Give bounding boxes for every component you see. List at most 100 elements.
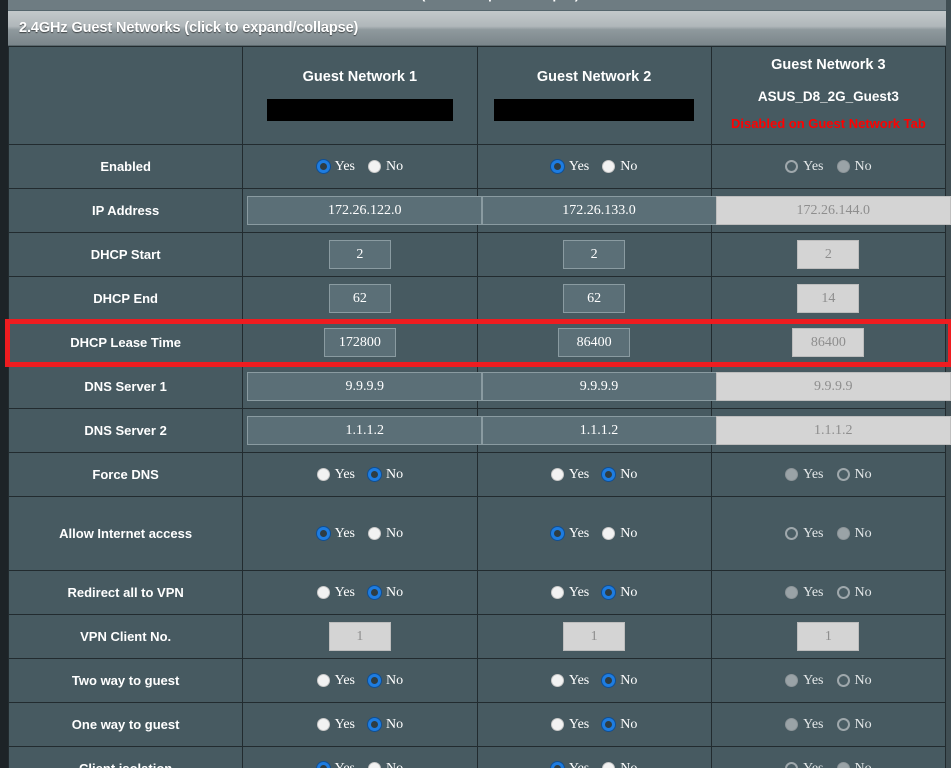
radio-dot-yes[interactable]	[550, 718, 564, 732]
radio-dot-yes[interactable]	[550, 674, 564, 688]
radio-option-no[interactable]: No	[602, 761, 637, 768]
radio-dot-yes[interactable]	[550, 527, 564, 541]
row-label: Allow Internet access	[7, 496, 244, 572]
text-input[interactable]: 9.9.9.9	[481, 372, 717, 402]
radio-dot-yes[interactable]	[316, 674, 330, 688]
radio-dot-no[interactable]	[602, 762, 616, 768]
radio-option-no: No	[836, 526, 872, 542]
radio-option-yes[interactable]: Yes	[316, 467, 355, 483]
radio-label-yes: Yes	[334, 158, 355, 174]
cell-1: 1	[242, 614, 478, 660]
radio-dot-yes	[785, 527, 799, 541]
row-label: Redirect all to VPN	[7, 570, 244, 616]
radio-option-no[interactable]: No	[368, 761, 403, 768]
text-input[interactable]: 172.26.133.0	[481, 196, 717, 226]
radio-dot-no[interactable]	[368, 527, 381, 541]
ssid-redaction-bar	[494, 98, 695, 121]
radio-option-yes[interactable]: Yes	[316, 158, 355, 175]
text-input[interactable]: 1.1.1.2	[247, 416, 483, 446]
radio-option-no[interactable]: No	[602, 585, 637, 601]
radio-option-no[interactable]: No	[368, 585, 403, 601]
text-input: 172.26.144.0	[715, 196, 951, 226]
radio-option-no[interactable]: No	[368, 526, 403, 542]
radio-group: Yes No	[247, 159, 472, 175]
radio-label-yes: Yes	[334, 672, 355, 688]
radio-dot-no[interactable]	[602, 718, 616, 732]
radio-dot-no[interactable]	[602, 674, 616, 688]
radio-dot-yes	[785, 762, 799, 768]
radio-option-yes: Yes	[785, 526, 824, 542]
radio-dot-no[interactable]	[368, 762, 381, 768]
radio-option-yes[interactable]: Yes	[316, 526, 355, 542]
text-input[interactable]: 172800	[323, 328, 396, 358]
radio-option-yes[interactable]: Yes	[316, 761, 355, 768]
radio-dot-yes[interactable]	[316, 762, 330, 768]
text-input[interactable]: 86400	[558, 328, 631, 358]
radio-dot-no[interactable]	[602, 527, 616, 541]
radio-option-yes[interactable]: Yes	[550, 673, 589, 689]
table-row: One way to guest Yes No Yes No Yes No	[7, 702, 947, 748]
radio-dot-yes[interactable]	[550, 586, 564, 600]
radio-option-no[interactable]: No	[602, 467, 637, 483]
table-row: Force DNS Yes No Yes No Yes No	[7, 452, 947, 498]
radio-option-no[interactable]: No	[602, 717, 637, 733]
radio-option-no[interactable]: No	[368, 717, 403, 733]
row-label: Enabled	[7, 144, 244, 190]
clipped-row-text: ...Networks (click to expand/collapse)	[348, 0, 579, 2]
text-input: 1	[797, 622, 860, 652]
text-input[interactable]: 62	[328, 284, 391, 314]
radio-option-yes: Yes	[785, 159, 824, 175]
section-header-toggle[interactable]: 2.4GHz Guest Networks (click to expand/c…	[8, 11, 946, 46]
radio-option-yes[interactable]: Yes	[550, 761, 589, 768]
radio-dot-no	[836, 674, 850, 688]
radio-option-yes[interactable]: Yes	[316, 585, 355, 601]
radio-dot-yes[interactable]	[316, 468, 330, 482]
radio-group: Yes No	[247, 585, 472, 601]
radio-dot-no[interactable]	[368, 586, 381, 600]
text-input[interactable]: 1.1.1.2	[481, 416, 717, 446]
radio-option-yes[interactable]: Yes	[550, 585, 589, 601]
radio-dot-no[interactable]	[602, 160, 616, 174]
radio-option-yes[interactable]: Yes	[550, 159, 589, 175]
radio-label-yes: Yes	[803, 716, 824, 732]
radio-dot-no[interactable]	[368, 718, 381, 732]
radio-option-yes[interactable]: Yes	[550, 717, 589, 733]
radio-option-yes[interactable]: Yes	[316, 672, 355, 689]
text-input[interactable]: 2	[563, 240, 626, 270]
radio-dot-yes[interactable]	[550, 762, 564, 768]
radio-dot-yes[interactable]	[316, 586, 330, 600]
radio-option-yes: Yes	[785, 716, 824, 733]
radio-option-yes: Yes	[785, 585, 824, 601]
radio-option-yes: Yes	[785, 761, 824, 768]
text-input[interactable]: 9.9.9.9	[247, 372, 483, 402]
radio-dot-yes[interactable]	[550, 160, 564, 174]
table-row: Allow Internet access Yes No Yes No Yes No	[7, 496, 947, 572]
radio-option-no[interactable]: No	[602, 526, 637, 542]
text-input[interactable]: 172.26.122.0	[247, 196, 483, 226]
radio-option-no[interactable]: No	[368, 673, 403, 689]
text-input: 9.9.9.9	[715, 372, 951, 402]
radio-option-no[interactable]: No	[368, 159, 403, 175]
radio-option-yes[interactable]: Yes	[550, 526, 589, 542]
radio-option-no[interactable]: No	[602, 159, 637, 175]
radio-dot-yes[interactable]	[316, 527, 330, 541]
radio-dot-no[interactable]	[368, 468, 381, 482]
radio-dot-no	[836, 160, 850, 174]
text-input[interactable]: 2	[328, 240, 391, 270]
radio-dot-yes	[785, 718, 799, 732]
radio-dot-no[interactable]	[602, 586, 616, 600]
radio-dot-yes[interactable]	[316, 160, 330, 174]
radio-dot-yes[interactable]	[316, 718, 330, 732]
radio-dot-no[interactable]	[602, 468, 616, 482]
cell-3: Yes No	[710, 746, 947, 768]
radio-dot-no[interactable]	[368, 160, 381, 174]
radio-option-no[interactable]: No	[368, 467, 403, 483]
radio-option-no[interactable]: No	[602, 673, 637, 689]
text-input[interactable]: 62	[563, 284, 626, 314]
radio-option-yes[interactable]: Yes	[316, 717, 355, 733]
radio-option-yes[interactable]: Yes	[550, 467, 589, 483]
radio-dot-yes[interactable]	[550, 468, 564, 482]
radio-dot-no[interactable]	[368, 674, 381, 688]
cell-1: Yes No	[242, 702, 478, 748]
cell-3: Yes No	[710, 702, 947, 748]
